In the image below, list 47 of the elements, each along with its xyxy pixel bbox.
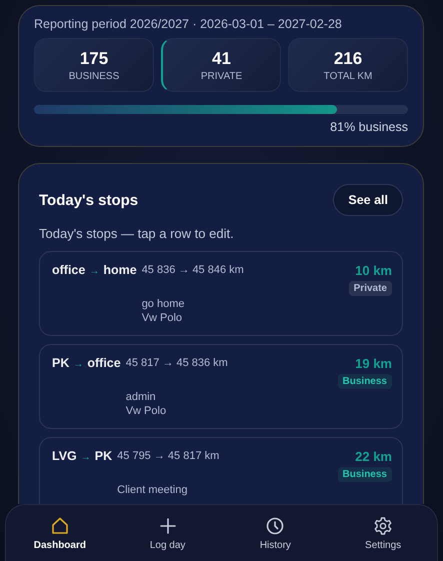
stat-value: 41 [212, 48, 231, 68]
stop-row[interactable]: PK → office 45 817 → 45 836 km admin Vw Polo 19 km Business [39, 344, 403, 429]
stat-label: TOTAL KM [324, 70, 372, 82]
to-place: office [87, 356, 121, 370]
from-place: office [52, 263, 86, 277]
card-hint: Today's stops — tap a row to edit. [39, 226, 235, 241]
stop-row[interactable]: office → home 45 836 → 45 846 km go home Vw Polo 10 km Private [39, 251, 403, 336]
arrow: → [73, 359, 84, 370]
to-place: home [103, 263, 137, 277]
stat-value: 175 [80, 48, 108, 68]
arrow: → [80, 452, 91, 463]
stat-label: BUSINESS [68, 70, 120, 82]
from-place: LVG [52, 449, 77, 463]
nav-tab[interactable]: Settings [329, 514, 437, 552]
trip-note: Client meeting [117, 484, 188, 496]
from-place: PK [52, 356, 70, 370]
trip-note: go home [142, 298, 186, 310]
home-icon [50, 516, 70, 536]
clock-icon [265, 516, 286, 536]
stat-tile[interactable]: 216 TOTAL KM [288, 38, 408, 92]
nav-tab[interactable]: Dashboard [6, 514, 114, 552]
nav-tab[interactable]: History [222, 514, 330, 552]
stat-value: 216 [334, 48, 362, 68]
vehicle-name: Vw Polo [142, 312, 184, 324]
category-tag: Business [338, 374, 392, 389]
plus-icon [158, 516, 178, 536]
odometer-range: 45 836 → 45 846 km [142, 264, 244, 276]
distance: 19 km [355, 356, 392, 371]
stat-tile[interactable]: 175 BUSINESS [34, 38, 154, 92]
nav-tab[interactable]: Log day [114, 514, 222, 552]
business-share: 81% business [329, 120, 408, 134]
arrow: → [89, 266, 100, 277]
to-place: PK [94, 449, 112, 463]
see-all-button[interactable]: See all [333, 184, 403, 216]
category-tag: Business [338, 467, 392, 482]
distance: 22 km [355, 449, 392, 464]
odometer-range: 45 817 → 45 836 km [126, 357, 228, 369]
category-tag: Private [348, 281, 392, 296]
card-title: Today's stops [39, 192, 138, 208]
stat-label: PRIVATE [200, 70, 242, 82]
distance: 10 km [355, 263, 392, 278]
stat-tile[interactable]: 41 PRIVATE [161, 38, 281, 92]
vehicle-name: Vw Polo [126, 405, 168, 417]
odometer-range: 45 795 → 45 817 km [117, 450, 220, 462]
trip-note: admin [126, 391, 157, 403]
reporting-period: Reporting period 2026/2027 · 2026-03-01 – 2027-02-28 [34, 17, 343, 31]
settings-icon [373, 516, 394, 536]
